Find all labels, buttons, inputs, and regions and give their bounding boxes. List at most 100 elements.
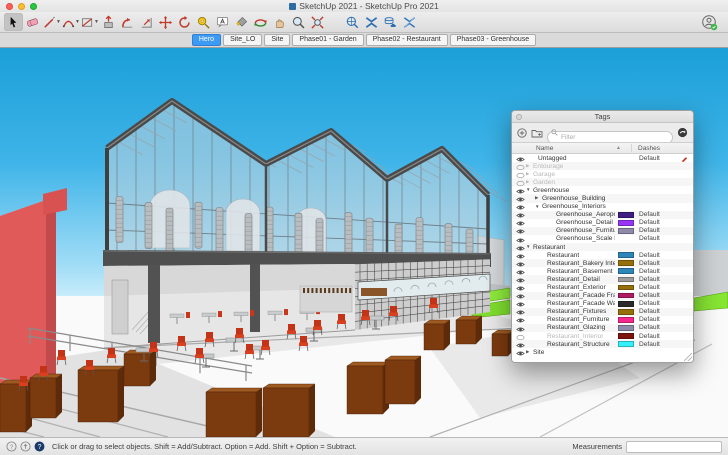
arc-tool[interactable]: ▼ [61,13,80,31]
instructor-icon[interactable] [20,441,31,452]
panel-resize-grip[interactable] [684,353,692,361]
3d-warehouse-tool[interactable] [362,13,381,31]
tag-row-restaurant-structure[interactable]: Restaurant_Structure Default [512,340,693,349]
tag-color-swatch[interactable] [618,325,634,331]
tag-row-greenhouse-detail[interactable]: Greenhouse_Detail Default [512,219,693,227]
tag-color-swatch[interactable] [618,252,634,259]
tag-color-swatch[interactable] [618,227,634,234]
tag-dashes-value[interactable]: Default [639,252,660,259]
tag-dashes-value[interactable]: Default [639,300,660,307]
tag-row-restaurant-facade-frame[interactable]: Restaurant_Facade Frame Default [512,291,693,300]
tag-dashes-value[interactable]: Default [639,235,660,242]
expand-arrow-icon[interactable]: ▶ [526,171,529,177]
tag-dashes-value[interactable]: Default [639,284,660,291]
tag-color-swatch[interactable] [618,284,634,291]
tags-details-button[interactable] [677,127,688,138]
tag-dashes-value[interactable]: Default [639,324,660,331]
account-avatar-icon[interactable] [701,14,718,31]
tag-dashes-value[interactable]: Default [639,292,660,299]
tag-folder-row-greenhouse[interactable]: ▼ Greenhouse [512,186,693,194]
tag-row-restaurant-basement[interactable]: Restaurant_Basement Default [512,267,693,275]
tag-color-swatch[interactable] [618,268,634,275]
tag-dashes-value[interactable]: Default [639,155,660,162]
rectangle-tool[interactable]: ▼ [80,13,99,31]
pan-tool[interactable] [270,13,289,31]
tag-dashes-value[interactable]: Default [639,260,660,267]
tag-row-untagged[interactable]: Untagged Default [512,154,693,163]
tag-row-restaurant-facade-wall[interactable]: Restaurant_Facade Wall Default [512,300,693,308]
context-help-icon[interactable]: ? [34,441,45,452]
tag-row-restaurant-detail[interactable]: Restaurant_Detail Default [512,275,693,284]
tag-color-swatch[interactable] [618,219,634,226]
tag-filter-field[interactable] [547,126,673,144]
tag-dashes-value[interactable]: Default [639,276,660,283]
expand-arrow-icon[interactable]: ▶ [526,179,529,185]
paint-bucket-tool[interactable] [232,13,251,31]
tag-dashes-value[interactable]: Default [639,341,660,348]
tag-color-swatch[interactable] [618,300,634,307]
scene-tab-phase02-restaurant[interactable]: Phase02 - Restaurant [365,34,448,46]
follow-me-tool[interactable] [118,13,137,31]
tag-dashes-value[interactable]: Default [639,333,660,340]
tags-panel-titlebar[interactable]: Tags [512,111,693,123]
zoom-extents-tool[interactable] [308,13,327,31]
tag-row-greenhouse-aeroponics[interactable]: Greenhouse_Aeroponics Default [512,210,693,219]
add-tag-folder-button[interactable] [531,128,543,138]
extension-warehouse-tool[interactable] [400,13,419,31]
tags-column-header[interactable]: Name ▲ Dashes [512,142,693,154]
tag-folder-row-greenhouse-building[interactable]: ▶ Greenhouse_Building [512,194,693,203]
tag-row-restaurant-furniture[interactable]: Restaurant_Furniture Default [512,316,693,324]
scene-tab-phase01-garden[interactable]: Phase01 - Garden [292,34,364,46]
tag-dashes-value[interactable]: Default [639,219,660,226]
collapse-arrow-icon[interactable]: ▼ [526,244,530,249]
expand-arrow-icon[interactable]: ▶ [526,163,529,169]
tag-folder-row-site[interactable]: ▶ Site [512,348,693,356]
tags-panel-close-button[interactable] [516,114,522,120]
tag-dashes-value[interactable]: Default [639,268,660,275]
scene-tab-site-lo[interactable]: Site_LO [223,34,263,46]
tag-color-swatch[interactable] [618,292,634,299]
tag-dashes-value[interactable]: Default [639,211,660,218]
tag-color-swatch[interactable] [618,341,634,348]
line-tool[interactable]: ▼ [42,13,61,31]
tag-row-restaurant-interior[interactable]: Restaurant_Interior Default [512,332,693,340]
tag-color-swatch[interactable] [618,211,634,218]
tag-color-swatch[interactable] [618,333,634,339]
tag-color-swatch[interactable] [618,308,634,315]
tag-row-greenhouse-scale-figures[interactable]: Greenhouse_Scale Figures Default [512,235,693,243]
rotate-tool[interactable] [175,13,194,31]
text-tool[interactable] [213,13,232,31]
tag-folder-row-garage[interactable]: ▶ Garage [512,170,693,178]
scene-tab-site[interactable]: Site [264,34,291,46]
zoom-tool[interactable] [289,13,308,31]
measurements-input[interactable] [626,440,722,453]
tag-row-restaurant-bakery-interior[interactable]: Restaurant_Bakery Interior Default [512,259,693,268]
scene-tab-hero[interactable]: Hero [191,34,222,46]
tape-measure-tool[interactable] [194,13,213,31]
orbit-tool[interactable] [251,13,270,31]
visibility-eye-icon[interactable] [516,350,525,359]
search-3d-warehouse-tool[interactable] [343,13,362,31]
tag-row-restaurant-exterior[interactable]: Restaurant_Exterior Default [512,284,693,292]
tag-dashes-value[interactable]: Default [639,316,660,323]
tag-dashes-value[interactable]: Default [639,308,660,315]
tag-row-restaurant-glazing[interactable]: Restaurant_Glazing Default [512,323,693,333]
tag-row-greenhouse-furniture[interactable]: Greenhouse_Furniture Default [512,226,693,235]
tag-folder-row-greenhouse-interiors[interactable]: ▼ Greenhouse_Interiors [512,203,693,211]
push-pull-tool[interactable] [99,13,118,31]
offset-tool[interactable] [137,13,156,31]
expand-arrow-icon[interactable]: ▶ [535,195,538,201]
tag-color-swatch[interactable] [618,260,634,267]
trimble-connect-tool[interactable] [381,13,400,31]
eraser-tool[interactable] [23,13,42,31]
tag-folder-row-restaurant[interactable]: ▼ Restaurant [512,243,693,252]
collapse-arrow-icon[interactable]: ▼ [535,204,539,209]
collapse-arrow-icon[interactable]: ▼ [526,187,530,192]
tag-dashes-value[interactable]: Default [639,227,660,234]
tag-folder-row-entourage[interactable]: ▶ Entourage [512,162,693,171]
add-tag-button[interactable] [517,127,527,138]
tag-folder-row-garden[interactable]: ▶ Garden [512,178,693,187]
help-icon[interactable]: ? [6,441,17,452]
select-tool[interactable] [4,13,23,31]
expand-arrow-icon[interactable]: ▶ [526,349,529,355]
